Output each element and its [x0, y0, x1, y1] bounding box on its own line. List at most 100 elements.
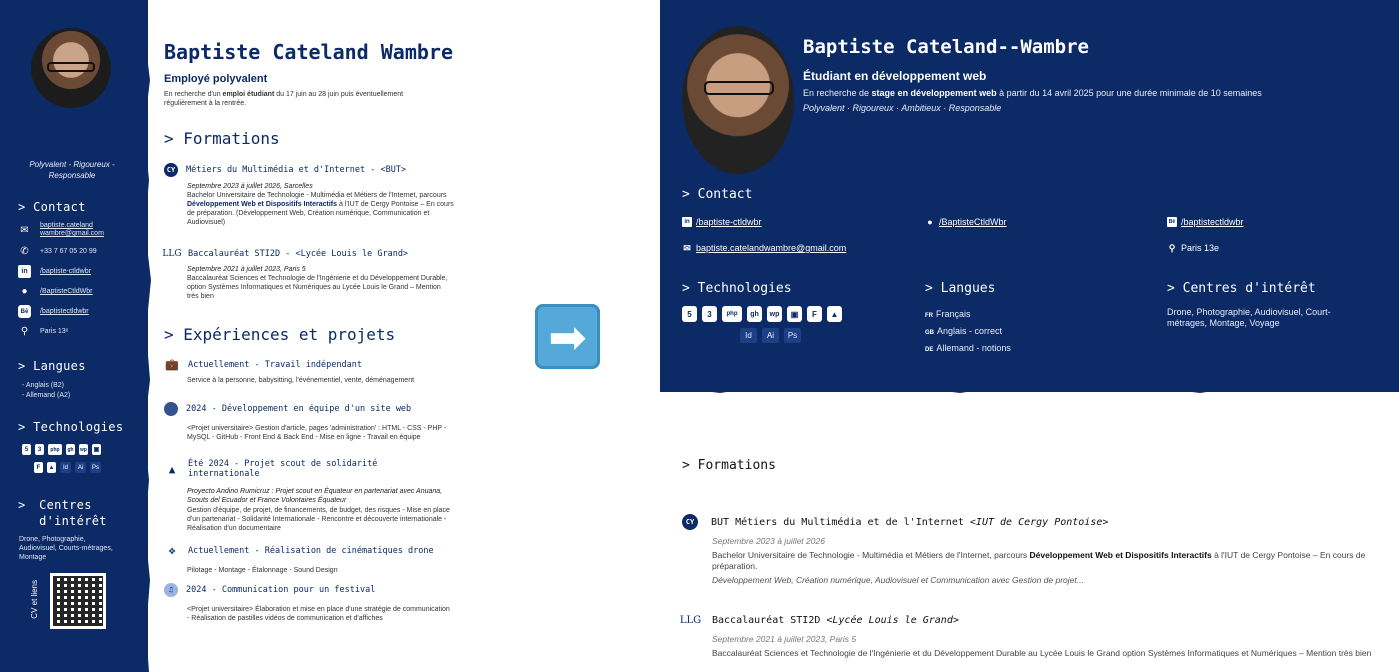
- formation-item: LLG Baccalauréat STI2D - <Lycée Louis le …: [162, 248, 448, 301]
- langues-heading: > Langues: [925, 281, 996, 296]
- interests-heading: > Centres d'intérêt: [18, 498, 107, 528]
- technologies-heading: > Technologies: [682, 281, 792, 296]
- cv-name: Baptiste Cateland--Wambre: [803, 36, 1089, 58]
- html5-icon: 5: [22, 444, 31, 455]
- cv-description: En recherche d'un emploi étudiant du 17 …: [164, 91, 404, 107]
- langue-item: DE Allemand - notions: [925, 343, 1011, 353]
- formation-item: LLG Baccalauréat STI2D <Lycée Louis le Gr…: [679, 615, 1372, 658]
- qr-code[interactable]: [50, 573, 106, 629]
- technologies-heading: > Technologies: [18, 420, 124, 434]
- llg-logo-icon: LLG: [162, 248, 182, 259]
- figma-icon: F: [34, 462, 43, 473]
- langues-heading: > Langues: [18, 359, 86, 373]
- contact-github[interactable]: ●/BaptisteCtldWbr: [18, 285, 92, 298]
- formation-item: CY Métiers du Multimédia et d'Internet - …: [164, 163, 454, 227]
- cy-logo-icon: CY: [164, 163, 178, 177]
- contact-linkedin[interactable]: in/baptiste-ctldwbr: [682, 217, 762, 227]
- briefcase-icon: 💼: [165, 358, 179, 371]
- contact-github[interactable]: ●/BaptisteCtldWbr: [925, 217, 1006, 227]
- cv-role: Étudiant en développement web: [803, 69, 987, 83]
- web-project-icon: [164, 402, 178, 416]
- css3-icon: 3: [35, 444, 44, 455]
- arrow-right-icon: ➡: [535, 304, 600, 369]
- festival-icon: ♫: [164, 583, 178, 597]
- contact-email[interactable]: ✉ baptiste.cateland wambre@gmail.com: [18, 222, 120, 238]
- cv-after: Baptiste Cateland--Wambre Étudiant en dé…: [660, 0, 1399, 672]
- cv-qualities: Polyvalent · Rigoureux · Ambitieux · Res…: [803, 103, 1002, 113]
- experience-item: 💼 Actuellement - Travail indépendant Serv…: [165, 358, 415, 384]
- contact-location: ⚲ Paris 13e: [1168, 242, 1220, 254]
- tech-icons-row: 5 3 php gh wp ▣: [22, 444, 101, 455]
- langue-item: - Anglais (B2): [22, 382, 65, 389]
- wordpress-icon: wp: [767, 306, 782, 322]
- langue-item: - Allemand (A2): [22, 392, 71, 399]
- formation-item: CY BUT Métiers du Multimédia et de l'Inte…: [682, 514, 1382, 585]
- qr-label: CV et liens: [30, 580, 39, 619]
- avatar: [31, 28, 111, 108]
- indesign-icon: Id: [60, 462, 71, 473]
- experience-item: ✥ Actuellement - Réalisation de cinématiq…: [164, 544, 454, 575]
- contact-linkedin[interactable]: in/baptiste-ctldwbr: [18, 265, 91, 278]
- wordpress-icon: wp: [79, 444, 88, 455]
- illustrator-icon: Ai: [75, 462, 86, 473]
- photoshop-icon: Ps: [784, 328, 801, 343]
- contact-location: ⚲ Paris 13ᵉ: [18, 325, 68, 338]
- cv-sidebar: Polyvalent - Rigoureux - Responsable > C…: [0, 0, 148, 672]
- phone-icon: ✆: [20, 246, 29, 257]
- experience-item: ▲ Été 2024 - Projet scout de solidarité i…: [164, 459, 454, 533]
- github-icon: ●: [21, 286, 28, 297]
- torn-edge: [660, 378, 1399, 393]
- linkedin-icon: in: [682, 217, 692, 227]
- sidebar-qualities: Polyvalent - Rigoureux - Responsable: [29, 160, 115, 180]
- cv-header-banner: Baptiste Cateland--Wambre Étudiant en dé…: [660, 0, 1399, 392]
- php-icon: php: [48, 444, 62, 455]
- llg-logo-icon: LLG: [679, 615, 702, 626]
- indesign-icon: Id: [740, 328, 757, 343]
- cv-role: Employé polyvalent: [164, 73, 268, 85]
- location-pin-icon: ⚲: [1168, 242, 1176, 253]
- contact-phone[interactable]: ✆ +33 7 67 05 20 99: [18, 245, 96, 258]
- html5-icon: 5: [682, 306, 697, 322]
- tech-icons-row: Id Ai Ps: [740, 328, 801, 343]
- github-icon: gh: [747, 306, 762, 322]
- mail-icon: ✉: [683, 242, 691, 253]
- photoshop-icon: Ps: [90, 462, 101, 473]
- avatar: [682, 26, 794, 174]
- contact-heading: > Contact: [682, 187, 753, 202]
- cy-logo-icon: CY: [682, 514, 698, 530]
- mountain-icon: ▲: [168, 462, 176, 476]
- location-pin-icon: ⚲: [20, 326, 29, 337]
- interests-text: Drone, Photographie, Audiovisuel, Court-…: [1167, 307, 1331, 328]
- linkedin-icon: in: [18, 265, 31, 278]
- contact-email[interactable]: ✉ baptiste.catelandwambre@gmail.com: [682, 242, 846, 254]
- contact-behance[interactable]: Bē/baptistectldwbr: [18, 305, 89, 318]
- behance-icon: Bē: [18, 305, 31, 318]
- contact-heading: > Contact: [18, 200, 86, 214]
- github-icon: ●: [927, 217, 933, 227]
- formations-heading: > Formations: [682, 458, 776, 473]
- experience-item: ♫ 2024 - Communication pour un festival <…: [164, 583, 454, 623]
- interests-heading: > Centres d'intérêt: [1167, 281, 1316, 296]
- app-icon: ▣: [92, 444, 101, 455]
- github-icon: gh: [66, 444, 75, 455]
- experiences-heading: > Expériences et projets: [164, 325, 396, 344]
- illustrator-icon: Ai: [762, 328, 779, 343]
- app-icon: ▣: [787, 306, 802, 322]
- drone-icon: ✥: [168, 544, 176, 557]
- behance-icon: Bē: [1167, 217, 1177, 227]
- mail-icon: ✉: [20, 224, 29, 236]
- cv-description: En recherche de stage en développement w…: [803, 88, 1262, 98]
- css3-icon: 3: [702, 306, 717, 322]
- figma-icon: F: [807, 306, 822, 322]
- experience-item: 2024 - Développement en équipe d'un site…: [164, 402, 454, 442]
- langue-item: FR Français: [925, 309, 971, 319]
- drive-icon: ▲: [47, 462, 56, 473]
- drive-icon: ▲: [827, 306, 842, 322]
- formations-heading: > Formations: [164, 129, 280, 148]
- cv-name: Baptiste Cateland Wambre: [164, 40, 453, 64]
- interests-text: Drone, Photographie, Audiovisuel, Courts…: [19, 536, 113, 561]
- contact-behance[interactable]: Bē/baptistectldwbr: [1167, 217, 1244, 227]
- langue-item: GB Anglais - correct: [925, 326, 1003, 336]
- tech-icons-row: F ▲ Id Ai Ps: [34, 462, 101, 473]
- langues-list: FR Français GB Anglais - correct DE Alleman…: [925, 307, 1011, 358]
